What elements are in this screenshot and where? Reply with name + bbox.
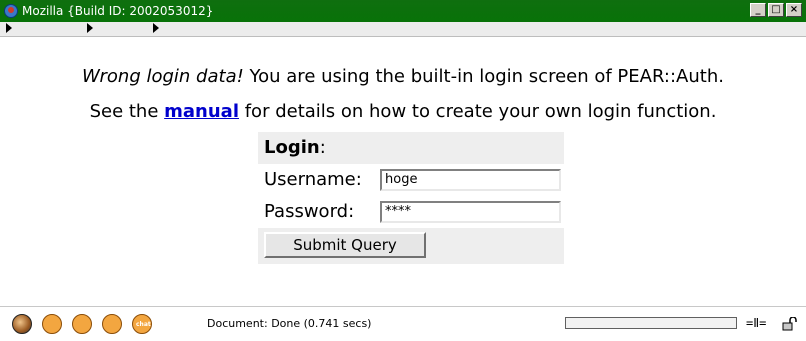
collapsed-toolbars bbox=[0, 22, 806, 37]
status-bar: chat Document: Done (0.741 secs) =Ⅱ= bbox=[0, 306, 806, 341]
lock-icon[interactable] bbox=[782, 317, 798, 331]
username-label: Username: bbox=[264, 169, 362, 190]
addressbook-icon[interactable] bbox=[102, 314, 122, 334]
composer-icon[interactable] bbox=[72, 314, 92, 334]
title-bar[interactable]: Mozilla {Build ID: 2002053012} _ □ × bbox=[0, 0, 806, 22]
chat-icon[interactable]: chat bbox=[132, 314, 152, 334]
window-controls: _ □ × bbox=[750, 3, 802, 17]
username-row: Username: hoge bbox=[258, 164, 564, 196]
personal-toolbar-grippy-icon[interactable] bbox=[153, 23, 159, 33]
manual-link[interactable]: manual bbox=[164, 101, 239, 122]
mail-icon[interactable] bbox=[42, 314, 62, 334]
maximize-button[interactable]: □ bbox=[768, 3, 784, 17]
mozilla-app-icon[interactable] bbox=[4, 4, 18, 18]
error-message-line: Wrong login data! You are using the buil… bbox=[0, 66, 806, 87]
chat-icon-label: chat bbox=[136, 321, 151, 328]
help-message-line: See the manual for details on how to cre… bbox=[0, 101, 806, 122]
page-content: Wrong login data! You are using the buil… bbox=[0, 48, 806, 298]
login-heading-colon: : bbox=[319, 137, 326, 158]
close-button[interactable]: × bbox=[786, 3, 802, 17]
toolbar-strip bbox=[0, 22, 806, 48]
status-text: Document: Done (0.741 secs) bbox=[207, 317, 372, 330]
submit-button[interactable]: Submit Query bbox=[264, 232, 426, 258]
login-form: Login: Username: hoge Password: **** Sub… bbox=[258, 132, 564, 264]
online-icon[interactable]: =Ⅱ= bbox=[746, 317, 776, 329]
browser-window: Mozilla {Build ID: 2002053012} _ □ × Wro… bbox=[0, 0, 806, 341]
password-label: Password: bbox=[264, 201, 355, 222]
location-toolbar-grippy-icon[interactable] bbox=[87, 23, 93, 33]
submit-row: Submit Query bbox=[258, 228, 564, 264]
login-form-header: Login: bbox=[258, 132, 564, 164]
error-heading: Wrong login data! bbox=[82, 66, 244, 87]
help-text-after: for details on how to create your own lo… bbox=[239, 101, 717, 122]
password-input[interactable]: **** bbox=[380, 201, 561, 223]
login-heading: Login bbox=[264, 137, 320, 158]
minimize-button[interactable]: _ bbox=[750, 3, 766, 17]
progress-bar bbox=[565, 317, 737, 329]
window-title: Mozilla {Build ID: 2002053012} bbox=[22, 4, 214, 18]
help-text-before: See the bbox=[89, 101, 165, 122]
navigation-toolbar-grippy-icon[interactable] bbox=[6, 23, 12, 33]
username-input[interactable]: hoge bbox=[380, 169, 561, 191]
navigator-icon[interactable] bbox=[12, 314, 32, 334]
password-row: Password: **** bbox=[258, 196, 564, 228]
error-message-text: You are using the built-in login screen … bbox=[243, 66, 724, 87]
